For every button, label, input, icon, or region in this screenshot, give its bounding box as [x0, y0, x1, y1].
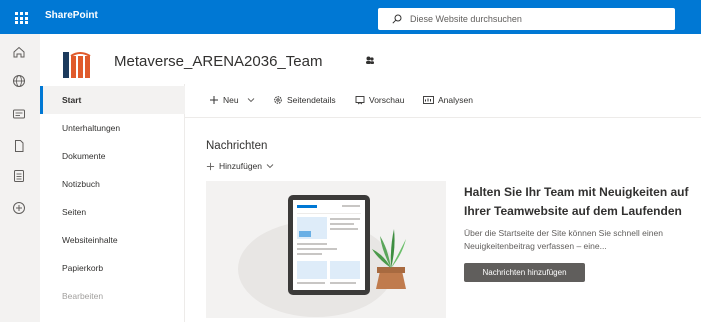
search-icon	[392, 14, 402, 24]
page-details-label: Seitendetails	[287, 95, 336, 105]
app-rail	[0, 34, 40, 322]
app-launcher-icon[interactable]	[15, 12, 29, 24]
chevron-down-icon	[266, 164, 274, 169]
news-promo-text: Über die Startseite der Site können Sie …	[464, 228, 663, 251]
add-news-promo-button[interactable]: Nachrichten hinzufügen	[464, 263, 585, 282]
tablet-plant-illustration	[238, 195, 406, 317]
home-icon[interactable]	[11, 44, 27, 60]
news-icon[interactable]	[11, 106, 27, 122]
group-settings-icon[interactable]	[365, 55, 375, 65]
preview-label: Vorschau	[369, 95, 405, 105]
app-name[interactable]: SharePoint	[45, 10, 98, 21]
analytics-button[interactable]: Analysen	[423, 95, 473, 105]
nav-item-notizbuch[interactable]: Notizbuch	[40, 170, 185, 198]
add-news-button[interactable]: Hinzufügen	[206, 161, 274, 171]
new-button[interactable]: Neu	[209, 95, 255, 105]
left-navigation: Start Unterhaltungen Dokumente Notizbuch…	[40, 84, 185, 322]
nav-item-papierkorb[interactable]: Papierkorb	[40, 254, 185, 282]
globe-icon[interactable]	[11, 73, 27, 89]
plus-icon	[210, 96, 218, 104]
site-header: Metaverse_ARENA2036_Team	[40, 34, 701, 84]
new-label: Neu	[223, 95, 239, 105]
nav-item-start[interactable]: Start	[40, 86, 185, 114]
analytics-label: Analysen	[438, 95, 473, 105]
news-promo-title: Halten Sie Ihr Team mit Neuigkeiten auf …	[464, 185, 689, 218]
search-placeholder: Diese Website durchsuchen	[410, 14, 522, 24]
plus-icon	[206, 162, 215, 170]
command-bar: Neu Seitendetails Vorschau Analysen	[185, 84, 701, 118]
add-circle-icon[interactable]	[11, 200, 27, 216]
nav-item-websiteinhalte[interactable]: Websiteinhalte	[40, 226, 185, 254]
preview-button[interactable]: Vorschau	[355, 95, 404, 105]
site-logo[interactable]	[63, 48, 95, 78]
page-details-button[interactable]: Seitendetails	[273, 95, 336, 105]
nav-item-unterhaltungen[interactable]: Unterhaltungen	[40, 114, 185, 142]
file-icon[interactable]	[11, 138, 27, 154]
news-illustration	[206, 181, 446, 318]
add-news-label: Hinzufügen	[219, 161, 263, 171]
list-icon[interactable]	[11, 168, 27, 184]
nav-item-dokumente[interactable]: Dokumente	[40, 142, 185, 170]
nav-item-seiten[interactable]: Seiten	[40, 198, 185, 226]
search-box[interactable]: Diese Website durchsuchen	[378, 8, 675, 30]
news-section-title: Nachrichten	[206, 140, 268, 152]
nav-item-bearbeiten[interactable]: Bearbeiten	[40, 282, 185, 310]
gear-icon	[274, 96, 282, 104]
analytics-icon	[423, 96, 434, 104]
site-title: Metaverse_ARENA2036_Team	[114, 53, 323, 70]
suite-bar: SharePoint Diese Website durchsuchen	[0, 0, 701, 34]
chevron-down-icon	[247, 98, 254, 103]
preview-icon	[355, 96, 365, 105]
